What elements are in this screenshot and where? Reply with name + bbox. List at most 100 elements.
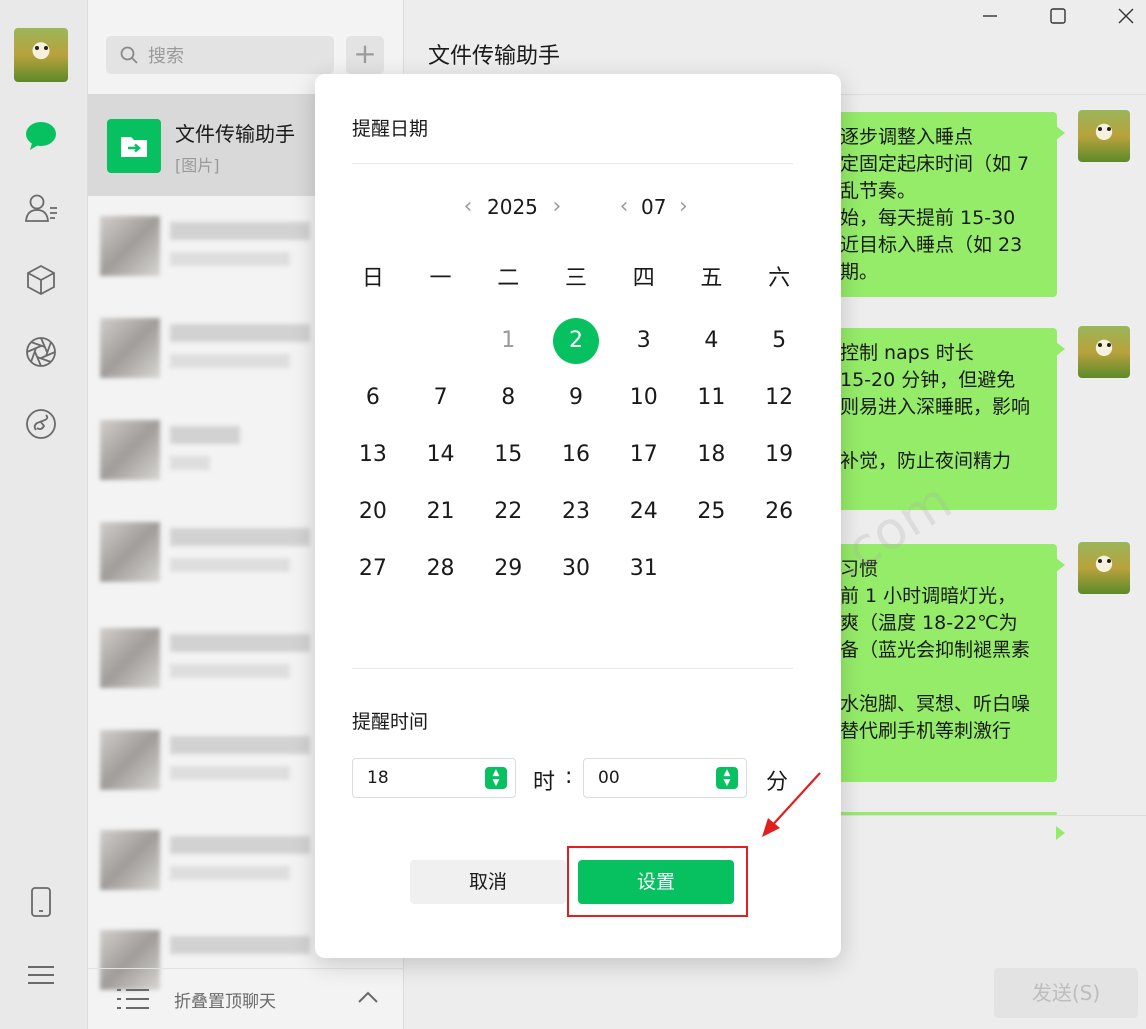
minute-stepper[interactable]: ▲ ▼ xyxy=(716,767,738,789)
list-item-name xyxy=(170,426,240,444)
calendar-day[interactable]: 9 xyxy=(542,369,610,426)
calendar-day-number: 29 xyxy=(494,556,523,581)
calendar-day[interactable]: 5 xyxy=(745,312,813,369)
message-line: 则易进入深睡眠，影响 xyxy=(840,396,1031,418)
calendar-day-number: 20 xyxy=(358,499,387,524)
message-bubble[interactable]: 逐步调整入睡点 定固定起床时间（如 7 乱节奏。 始，每天提前 15-30 近目… xyxy=(826,112,1065,297)
calendar-day-number: 26 xyxy=(765,499,794,524)
calendar-day-selected[interactable]: 2 xyxy=(542,312,610,369)
maximize-icon[interactable] xyxy=(1048,6,1068,26)
calendar-day[interactable]: 22 xyxy=(474,483,542,540)
divider xyxy=(352,668,793,669)
calendar-day[interactable]: 10 xyxy=(610,369,678,426)
message-avatar[interactable] xyxy=(1078,542,1130,594)
list-item-name xyxy=(170,736,310,754)
calendar-day[interactable]: 4 xyxy=(678,312,746,369)
calendar-day[interactable]: 23 xyxy=(542,483,610,540)
calendar-day[interactable]: 28 xyxy=(407,540,475,597)
calendar-day[interactable]: 11 xyxy=(678,369,746,426)
calendar-day[interactable]: 17 xyxy=(610,426,678,483)
message-line: 控制 naps 时长 xyxy=(840,342,974,364)
message-line: 补觉，防止夜间精力 xyxy=(840,450,1012,472)
prev-year-icon[interactable]: ‹ xyxy=(455,194,481,219)
search-input[interactable]: 搜索 xyxy=(106,36,334,74)
calendar-day[interactable]: 6 xyxy=(339,369,407,426)
close-icon[interactable] xyxy=(1116,6,1136,26)
calendar-day[interactable]: 25 xyxy=(678,483,746,540)
phone-icon[interactable] xyxy=(23,884,59,920)
calendar-day[interactable]: 12 xyxy=(745,369,813,426)
contacts-icon[interactable] xyxy=(23,190,59,226)
message-avatar[interactable] xyxy=(1078,326,1130,378)
list-icon xyxy=(117,989,149,1009)
calendar-day[interactable]: 24 xyxy=(610,483,678,540)
calendar-day-number: 13 xyxy=(358,442,387,467)
moments-icon[interactable] xyxy=(23,334,59,370)
add-button[interactable]: + xyxy=(346,36,384,74)
calendar-day[interactable]: 18 xyxy=(678,426,746,483)
calendar-day[interactable]: 31 xyxy=(610,540,678,597)
calendar-day[interactable]: 7 xyxy=(407,369,475,426)
minute-field[interactable]: 00 ▲ ▼ xyxy=(583,758,747,798)
calendar-day[interactable]: 29 xyxy=(474,540,542,597)
menu-icon[interactable] xyxy=(23,957,59,993)
calendar-day[interactable]: 19 xyxy=(745,426,813,483)
avatar-eye xyxy=(1107,127,1111,131)
user-avatar[interactable] xyxy=(14,28,68,82)
weekday-label: 三 xyxy=(564,266,587,291)
calendar-day-number: 8 xyxy=(501,385,516,410)
avatar-eye xyxy=(1098,127,1102,131)
calendar-day-number: 11 xyxy=(697,385,726,410)
avatar-eye xyxy=(1098,343,1102,347)
message-avatar[interactable] xyxy=(1078,110,1130,162)
calendar-day[interactable]: 27 xyxy=(339,540,407,597)
avatar xyxy=(100,830,160,890)
calendar-empty-cell xyxy=(407,312,475,369)
calendar-empty-cell xyxy=(339,312,407,369)
calendar-day[interactable]: 3 xyxy=(610,312,678,369)
calendar-day[interactable]: 20 xyxy=(339,483,407,540)
message-bubble[interactable]: 习惯 前 1 小时调暗灯光， 爽（温度 18-22℃为 备（蓝光会抑制褪黑素 水… xyxy=(826,544,1065,782)
calendar-day[interactable]: 13 xyxy=(339,426,407,483)
hour-stepper[interactable]: ▲ ▼ xyxy=(485,767,507,789)
calendar-day-number: 21 xyxy=(426,499,455,524)
calendar-day[interactable]: 16 xyxy=(542,426,610,483)
cube-icon[interactable] xyxy=(23,262,59,298)
month-selector: ‹ 07 › xyxy=(611,194,696,219)
weekday-label: 二 xyxy=(497,266,520,291)
calendar-day[interactable]: 21 xyxy=(407,483,475,540)
next-year-icon[interactable]: › xyxy=(544,194,570,219)
fold-pinned-chats[interactable]: 折叠置顶聊天 xyxy=(88,968,404,1029)
calendar-day[interactable]: 30 xyxy=(542,540,610,597)
date-section-title: 提醒日期 xyxy=(352,118,429,140)
list-item-name xyxy=(170,936,310,954)
prev-month-icon[interactable]: ‹ xyxy=(611,194,637,219)
avatar-eye xyxy=(1107,559,1111,563)
send-button[interactable]: 发送(S) xyxy=(994,968,1138,1018)
calendar-day[interactable]: 14 xyxy=(407,426,475,483)
message-line: 定固定起床时间（如 7 xyxy=(840,153,1030,175)
minimize-icon[interactable] xyxy=(980,6,1000,26)
calendar-day[interactable]: 15 xyxy=(474,426,542,483)
calendar-day-number: 18 xyxy=(697,442,726,467)
list-item-preview xyxy=(170,354,290,368)
message-line: 始，每天提前 15-30 xyxy=(840,207,1016,229)
chat-item-name: 文件传输助手 xyxy=(175,122,295,146)
hour-field[interactable]: 18 ▲ ▼ xyxy=(352,758,516,798)
avatar xyxy=(100,730,160,790)
message-line xyxy=(840,421,1043,448)
avatar-eye xyxy=(44,46,48,50)
next-month-icon[interactable]: › xyxy=(670,194,696,219)
calendar-day[interactable]: 8 xyxy=(474,369,542,426)
calendar-day-number: 16 xyxy=(561,442,590,467)
message-line: 乱节奏。 xyxy=(840,180,917,202)
avatar-eye xyxy=(1098,559,1102,563)
calendar-day-number: 4 xyxy=(704,328,719,353)
miniprogram-icon[interactable] xyxy=(23,406,59,442)
chat-icon[interactable] xyxy=(23,118,59,154)
calendar-day[interactable]: 26 xyxy=(745,483,813,540)
calendar-day-number: 17 xyxy=(629,442,658,467)
message-bubble[interactable]: 控制 naps 时长 15-20 分钟，但避免 则易进入深睡眠，影响 补觉，防止… xyxy=(826,328,1065,510)
cancel-button[interactable]: 取消 xyxy=(410,860,566,904)
year-value: 2025 xyxy=(487,194,538,219)
